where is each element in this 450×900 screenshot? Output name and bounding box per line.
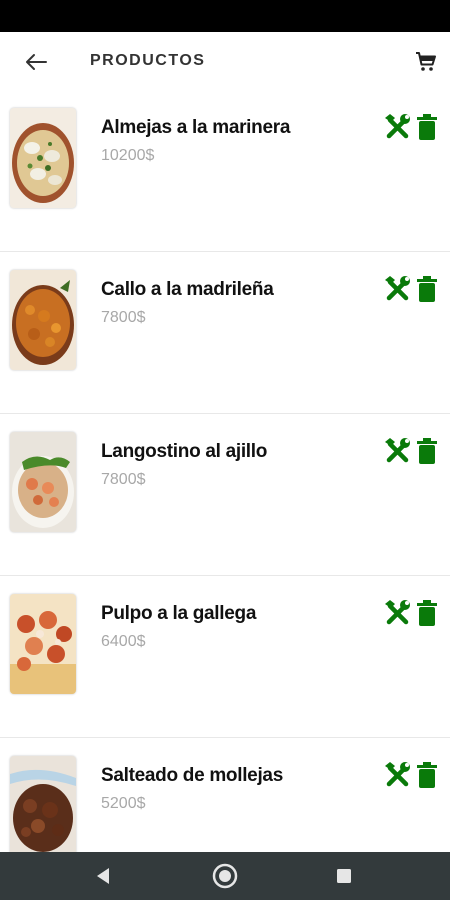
product-item[interactable]: Langostino al ajillo 7800$: [0, 414, 450, 576]
product-item[interactable]: Callo a la madrileña 7800$: [0, 252, 450, 414]
trash-icon[interactable]: [416, 760, 438, 790]
product-item[interactable]: Salteado de mollejas 5200$: [0, 738, 450, 852]
product-price: 10200$: [101, 147, 155, 164]
arrow-left-icon[interactable]: [22, 48, 50, 76]
tools-icon[interactable]: [382, 760, 412, 790]
product-name: Pulpo a la gallega: [101, 603, 257, 624]
trash-icon[interactable]: [416, 598, 438, 628]
nav-back-icon[interactable]: [93, 866, 113, 886]
product-image: [10, 594, 76, 694]
cart-icon[interactable]: [414, 50, 438, 74]
nav-home-icon[interactable]: [211, 862, 239, 890]
product-name: Almejas a la marinera: [101, 117, 291, 138]
tools-icon[interactable]: [382, 112, 412, 142]
product-name: Salteado de mollejas: [101, 765, 283, 786]
product-item[interactable]: Almejas a la marinera 10200$: [0, 90, 450, 252]
product-image: [10, 270, 76, 370]
trash-icon[interactable]: [416, 436, 438, 466]
trash-icon[interactable]: [416, 274, 438, 304]
system-nav-bar: [0, 852, 450, 900]
product-list[interactable]: Almejas a la marinera 10200$ Callo a la …: [0, 90, 450, 852]
page-title: PRODUCTOS: [90, 52, 206, 69]
product-image: [10, 108, 76, 208]
app-bar: PRODUCTOS: [0, 32, 450, 90]
status-bar: [0, 0, 450, 32]
product-name: Langostino al ajillo: [101, 441, 268, 462]
product-image: [10, 756, 76, 852]
product-price: 5200$: [101, 795, 146, 812]
product-name: Callo a la madrileña: [101, 279, 274, 300]
tools-icon[interactable]: [382, 436, 412, 466]
tools-icon[interactable]: [382, 274, 412, 304]
product-item[interactable]: Pulpo a la gallega 6400$: [0, 576, 450, 738]
product-price: 7800$: [101, 471, 146, 488]
nav-recents-icon[interactable]: [336, 868, 352, 884]
tools-icon[interactable]: [382, 598, 412, 628]
trash-icon[interactable]: [416, 112, 438, 142]
product-price: 6400$: [101, 633, 146, 650]
product-image: [10, 432, 76, 532]
product-price: 7800$: [101, 309, 146, 326]
